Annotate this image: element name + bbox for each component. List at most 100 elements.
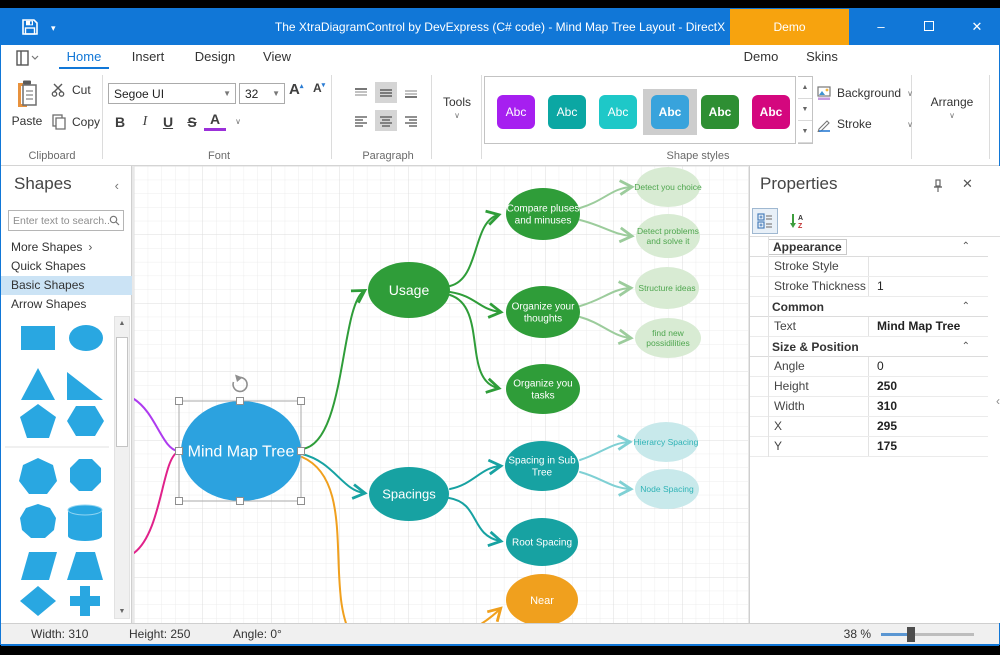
shape-style-swatch[interactable]: Abc <box>548 95 586 129</box>
chevron-down-icon[interactable]: ▼ <box>272 89 280 98</box>
node-usage[interactable]: Usage <box>368 262 450 318</box>
shape-style-swatch[interactable]: Abc <box>497 95 535 129</box>
close-icon[interactable]: ✕ <box>955 9 999 45</box>
sidebar-item-arrow-shapes[interactable]: Arrow Shapes <box>1 295 132 314</box>
node-spacing-sub-tree[interactable]: Spacing in SubTree <box>505 441 579 491</box>
app-menu-button[interactable] <box>13 48 41 68</box>
close-panel-icon[interactable]: ✕ <box>962 176 973 192</box>
zoom-slider-thumb[interactable] <box>907 627 915 642</box>
align-middle-button[interactable] <box>375 82 397 103</box>
scrollbar-thumb[interactable] <box>116 337 128 447</box>
stencil-trapezoid[interactable] <box>67 552 103 580</box>
stencil-triangle[interactable] <box>21 368 55 400</box>
shapes-scrollbar[interactable]: ▲ ▼ <box>114 316 130 619</box>
gallery-scroll-down-icon[interactable]: ▼ <box>798 99 812 121</box>
categorized-view-button[interactable] <box>752 208 778 234</box>
node-organize-thoughts[interactable]: Organize yourthoughts <box>506 286 580 338</box>
zoom-slider[interactable] <box>881 633 974 637</box>
shape-style-swatch[interactable]: Abc <box>599 95 637 129</box>
chevron-down-icon[interactable]: ∨ <box>907 120 913 129</box>
property-value[interactable] <box>869 257 988 276</box>
font-color-button[interactable]: A <box>204 111 226 131</box>
gallery-expand-icon[interactable]: ▼ <box>798 121 812 143</box>
stencil-hexagon[interactable] <box>67 406 104 436</box>
diagram-canvas[interactable]: Mind Map Tree Usage Compare plusesand minu… <box>134 166 748 623</box>
underline-button[interactable]: U <box>157 111 179 133</box>
tools-button[interactable]: Tools ∨ <box>434 79 480 135</box>
tab-view[interactable]: View <box>255 45 299 69</box>
sidebar-item-more-shapes[interactable]: More Shapes› <box>1 238 132 257</box>
property-value[interactable]: 295 <box>869 417 988 436</box>
chevron-down-icon[interactable]: ∨ <box>907 89 913 98</box>
stroke-button[interactable]: Stroke ∨ <box>817 114 913 134</box>
resize-handle-se[interactable] <box>298 498 305 505</box>
node-find-new-possidilities[interactable]: find newpossidilities <box>635 318 701 358</box>
node-structure-ideas[interactable]: Structure ideas <box>635 267 699 309</box>
alphabetical-sort-button[interactable]: A Z <box>784 208 810 234</box>
cut-button[interactable]: Cut <box>51 83 91 97</box>
resize-handle-sw[interactable] <box>176 498 183 505</box>
background-button[interactable]: Background ∨ <box>817 83 913 103</box>
shape-style-swatch[interactable]: Abc <box>701 95 739 129</box>
tab-insert[interactable]: Insert <box>121 45 175 69</box>
minimize-icon[interactable]: – <box>859 9 903 45</box>
stencil-octagon[interactable] <box>70 459 101 491</box>
align-top-button[interactable] <box>350 82 372 103</box>
node-compare-pluses[interactable]: Compare plusesand minuses <box>506 188 580 240</box>
scroll-up-icon[interactable]: ▲ <box>115 320 129 327</box>
stencil-ellipse[interactable] <box>69 325 103 351</box>
property-category-common[interactable]: Common⌃ <box>750 297 988 317</box>
align-right-button[interactable] <box>400 110 422 131</box>
chevron-down-icon[interactable]: ▼ <box>223 89 231 98</box>
align-center-button[interactable] <box>375 110 397 131</box>
resize-handle-ne[interactable] <box>298 398 305 405</box>
property-value[interactable]: 175 <box>869 437 988 456</box>
collapse-category-icon[interactable]: ⌃ <box>962 241 970 252</box>
property-value[interactable]: 250 <box>869 377 988 396</box>
stencil-cross[interactable] <box>70 586 100 616</box>
resize-handle-n[interactable] <box>237 398 244 405</box>
tab-design[interactable]: Design <box>187 45 243 69</box>
node-spacings[interactable]: Spacings <box>369 467 449 521</box>
tab-home[interactable]: Home <box>59 45 109 69</box>
tab-demo[interactable]: Demo <box>737 45 785 69</box>
property-category-size-position[interactable]: Size & Position⌃ <box>750 337 988 357</box>
stencil-parallelogram[interactable] <box>21 552 57 580</box>
node-root-spacing[interactable]: Root Spacing <box>506 518 578 566</box>
resize-handle-e[interactable] <box>298 448 305 455</box>
font-family-combobox[interactable]: Segoe UI ▼ <box>108 83 236 104</box>
search-input[interactable]: Enter text to search... <box>8 210 124 231</box>
stencil-right-triangle[interactable] <box>67 372 103 400</box>
shape-style-swatch-selected[interactable]: Abc <box>651 95 689 129</box>
sidebar-item-basic-shapes[interactable]: Basic Shapes <box>1 276 132 295</box>
node-mind-map-tree[interactable]: Mind Map Tree <box>181 401 301 501</box>
font-size-combobox[interactable]: 32 ▼ <box>239 83 285 104</box>
arrange-button[interactable]: Arrange ∨ <box>916 79 988 135</box>
node-detect-problems[interactable]: Detect problemsand solve it <box>636 214 700 258</box>
stencil-rectangle[interactable] <box>21 326 55 350</box>
node-node-spacing[interactable]: Node Spacing <box>635 469 699 509</box>
pin-icon[interactable] <box>932 179 944 198</box>
copy-button[interactable]: Copy <box>51 114 100 130</box>
collapse-panel-icon[interactable]: ‹ <box>115 178 119 193</box>
sidebar-item-quick-shapes[interactable]: Quick Shapes <box>1 257 132 276</box>
stencil-nonagon[interactable] <box>20 504 56 538</box>
resize-handle-w[interactable] <box>176 448 183 455</box>
property-value[interactable]: 310 <box>869 397 988 416</box>
resize-handle-s[interactable] <box>237 498 244 505</box>
collapse-category-icon[interactable]: ⌃ <box>962 341 970 352</box>
grow-font-button[interactable]: A▴ <box>289 81 309 103</box>
property-value[interactable]: 1 <box>869 277 988 296</box>
resize-handle-nw[interactable] <box>176 398 183 405</box>
gallery-scroll-up-icon[interactable]: ▲ <box>798 77 812 99</box>
tab-skins[interactable]: Skins <box>799 45 845 69</box>
maximize-icon[interactable] <box>907 9 951 45</box>
align-left-button[interactable] <box>350 110 372 131</box>
property-category-appearance[interactable]: Appearance⌃ <box>750 237 988 257</box>
italic-button[interactable]: I <box>134 111 156 133</box>
bold-button[interactable]: B <box>109 111 131 133</box>
demo-button[interactable]: Demo <box>730 9 849 45</box>
node-organize-tasks[interactable]: Organize youtasks <box>506 364 580 414</box>
stencil-heptagon[interactable] <box>19 458 57 494</box>
scroll-down-icon[interactable]: ▼ <box>115 608 129 615</box>
